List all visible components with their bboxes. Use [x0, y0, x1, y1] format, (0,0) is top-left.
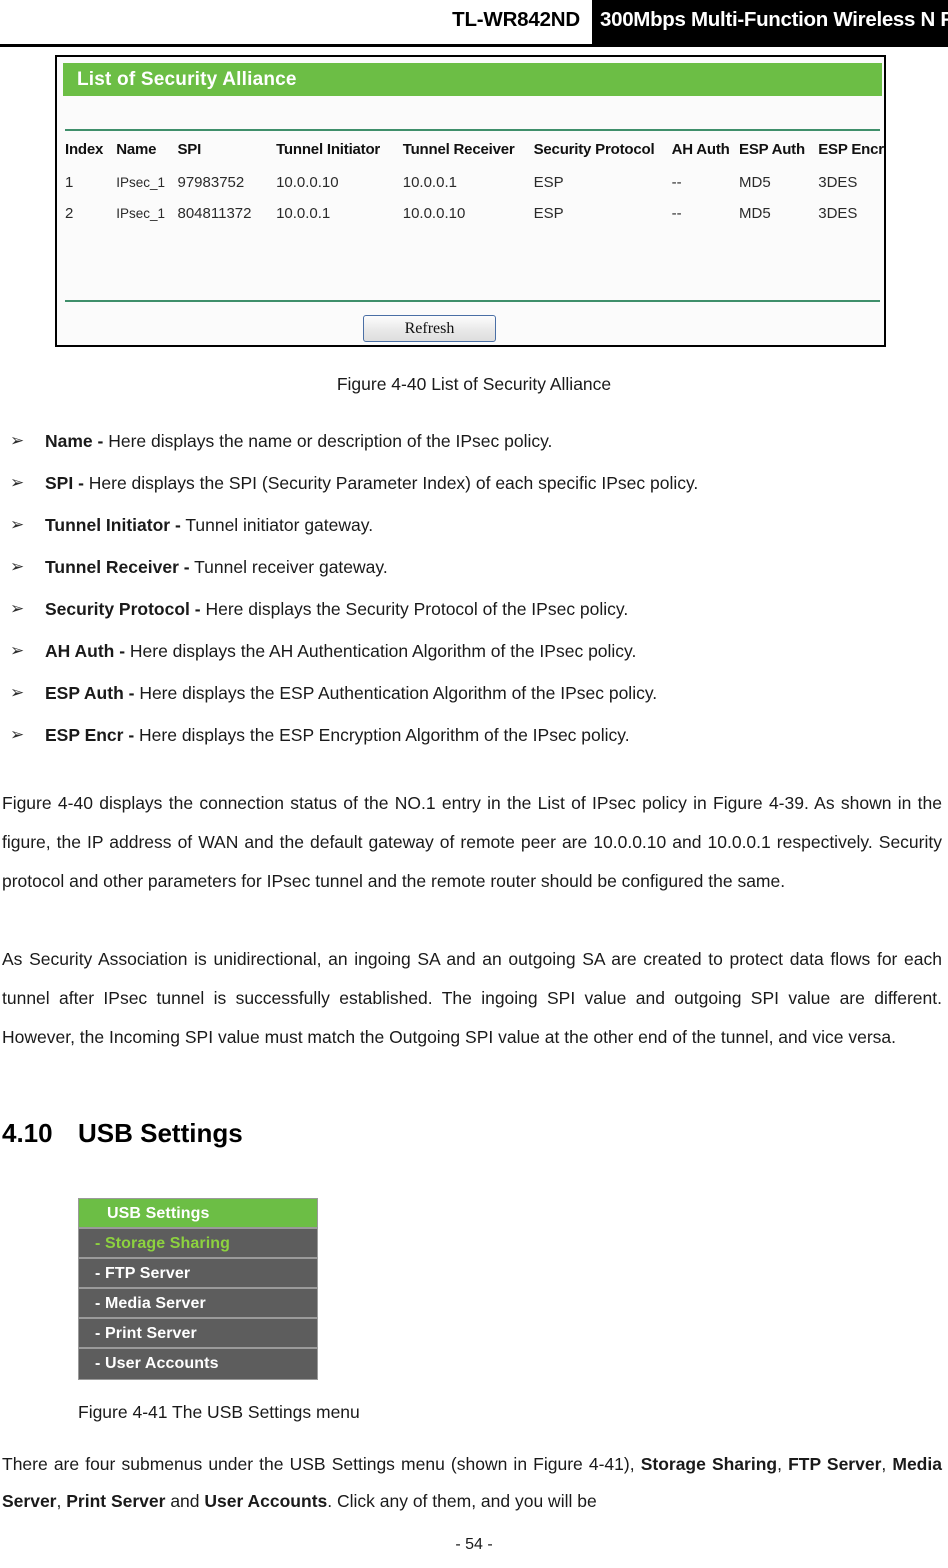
figure-40-caption: Figure 4-40 List of Security Alliance [336, 374, 612, 394]
list-item-term: Name - [45, 431, 104, 451]
page-number-footer: - 54 - [455, 1536, 493, 1553]
cell-esp-auth: MD5 [739, 205, 771, 222]
closing-bold-user-accounts: User Accounts [204, 1491, 328, 1511]
cell-tunnel-initiator: 10.0.0.10 [276, 174, 339, 191]
figure-41-caption: Figure 4-41 The USB Settings menu [78, 1402, 360, 1422]
header-product-title: 300Mbps Multi-Function Wireless N Router… [600, 8, 948, 31]
cell-spi: 804811372 [177, 205, 252, 222]
menu-item-media-server[interactable]: - Media Server [79, 1289, 317, 1319]
closing-text-6: . Click any of them, and you will be [327, 1491, 597, 1511]
closing-text-4: , [56, 1491, 67, 1511]
list-item-text: Here displays the name or description of… [103, 431, 553, 451]
list-item: ➢ Tunnel Initiator - Tunnel initiator ga… [0, 504, 948, 546]
header-divider-rule [0, 44, 948, 47]
column-header-esp-encr: ESP Encr [818, 141, 884, 158]
column-header-security-protocol: Security Protocol [533, 141, 655, 158]
list-item-text: Tunnel initiator gateway. [180, 515, 374, 535]
cell-name: IPsec_1 [116, 206, 166, 221]
cell-tunnel-receiver: 10.0.0.1 [402, 174, 457, 191]
cell-esp-encr: 3DES [818, 205, 858, 222]
body-paragraph-3: There are four submenus under the USB Se… [2, 1446, 942, 1520]
cell-index: 1 [65, 174, 74, 191]
arrow-bullet-icon: ➢ [10, 599, 25, 618]
list-item-term: Tunnel Receiver - [45, 557, 190, 577]
menu-item-storage-sharing[interactable]: - Storage Sharing [79, 1229, 317, 1259]
cell-esp-auth: MD5 [739, 174, 771, 191]
section-heading: 4.10 USB Settings [2, 1118, 243, 1149]
list-item-text: Here displays the ESP Encryption Algorit… [134, 725, 630, 745]
body-paragraph-1: Figure 4-40 displays the connection stat… [2, 793, 942, 891]
menu-item-ftp-server[interactable]: - FTP Server [79, 1259, 317, 1289]
list-item: ➢ SPI - Here displays the SPI (Security … [0, 462, 948, 504]
menu-header-usb-settings[interactable]: USB Settings [79, 1199, 317, 1229]
arrow-bullet-icon: ➢ [10, 557, 25, 576]
cell-ah-auth: -- [671, 205, 682, 222]
list-item-term: Tunnel Initiator - [45, 515, 181, 535]
closing-text-1: There are four submenus under the USB Se… [2, 1454, 641, 1474]
column-header-index: Index [65, 141, 104, 158]
list-item: ➢ Tunnel Receiver - Tunnel receiver gate… [0, 546, 948, 588]
list-item-text: Here displays the AH Authentication Algo… [125, 641, 637, 661]
field-description-list: ➢ Name - Here displays the name or descr… [0, 420, 948, 756]
panel-rule-top [65, 129, 880, 131]
list-item-text: Tunnel receiver gateway. [189, 557, 388, 577]
security-alliance-table: Index Name SPI Tunnel Initiator Tunnel R… [61, 139, 884, 229]
cell-name: IPsec_1 [116, 175, 166, 190]
cell-security-protocol: ESP [533, 205, 564, 222]
list-item: ➢ Security Protocol - Here displays the … [0, 588, 948, 630]
closing-text-2: , [777, 1454, 789, 1474]
menu-item-print-server[interactable]: - Print Server [79, 1319, 317, 1349]
closing-bold-ftp-server: FTP Server [788, 1454, 882, 1474]
refresh-button[interactable]: Refresh [363, 315, 496, 342]
header-model-name: TL-WR842ND [452, 8, 580, 31]
column-header-tunnel-receiver: Tunnel Receiver [402, 141, 515, 158]
column-header-tunnel-initiator: Tunnel Initiator [276, 141, 381, 158]
table-header-row: Index Name SPI Tunnel Initiator Tunnel R… [61, 139, 884, 167]
arrow-bullet-icon: ➢ [10, 431, 25, 450]
body-paragraph-2: As Security Association is unidirectiona… [2, 949, 942, 1047]
list-item: ➢ ESP Encr - Here displays the ESP Encry… [0, 714, 948, 756]
column-header-name: Name [116, 141, 157, 158]
closing-bold-storage-sharing: Storage Sharing [640, 1454, 778, 1474]
cell-spi: 97983752 [177, 174, 245, 191]
column-header-esp-auth: ESP Auth [739, 141, 805, 158]
cell-ah-auth: -- [671, 174, 682, 191]
menu-item-user-accounts[interactable]: - User Accounts [79, 1349, 317, 1379]
arrow-bullet-icon: ➢ [10, 641, 25, 660]
figure-41-usb-settings-menu: USB Settings - Storage Sharing - FTP Ser… [78, 1198, 318, 1380]
figure-40-screenshot: List of Security Alliance Index Name SPI… [55, 55, 886, 347]
table-row: 2 IPsec_1 804811372 10.0.0.1 10.0.0.10 E… [61, 198, 884, 229]
list-item-text: Here displays the SPI (Security Paramete… [83, 473, 699, 493]
list-item-term: AH Auth - [45, 641, 126, 661]
cell-tunnel-initiator: 10.0.0.1 [276, 205, 331, 222]
column-header-spi: SPI [177, 141, 202, 158]
list-item-term: SPI - [45, 473, 84, 493]
cell-esp-encr: 3DES [818, 174, 858, 191]
list-item: ➢ Name - Here displays the name or descr… [0, 420, 948, 462]
arrow-bullet-icon: ➢ [10, 515, 25, 534]
section-number: 4.10 [2, 1118, 53, 1148]
arrow-bullet-icon: ➢ [10, 473, 25, 492]
arrow-bullet-icon: ➢ [10, 725, 25, 744]
document-header: TL-WR842ND 300Mbps Multi-Function Wirele… [0, 0, 948, 47]
list-item-text: Here displays the Security Protocol of t… [200, 599, 629, 619]
table-row: 1 IPsec_1 97983752 10.0.0.10 10.0.0.1 ES… [61, 167, 884, 198]
closing-bold-print-server: Print Server [66, 1491, 166, 1511]
panel-rule-bottom [65, 300, 880, 302]
list-item-term: Security Protocol - [45, 599, 201, 619]
list-item: ➢ ESP Auth - Here displays the ESP Authe… [0, 672, 948, 714]
list-item-term: ESP Auth - [45, 683, 135, 703]
closing-text-5: and [165, 1491, 205, 1511]
section-title: USB Settings [78, 1118, 243, 1148]
cell-index: 2 [65, 205, 74, 222]
cell-security-protocol: ESP [533, 174, 564, 191]
panel-title-list-of-security-alliance: List of Security Alliance [63, 63, 882, 96]
list-item-term: ESP Encr - [45, 725, 135, 745]
list-item-text: Here displays the ESP Authentication Alg… [134, 683, 658, 703]
cell-tunnel-receiver: 10.0.0.10 [402, 205, 466, 222]
list-item: ➢ AH Auth - Here displays the AH Authent… [0, 630, 948, 672]
arrow-bullet-icon: ➢ [10, 683, 25, 702]
closing-text-3: , [881, 1454, 893, 1474]
column-header-ah-auth: AH Auth [671, 141, 730, 158]
